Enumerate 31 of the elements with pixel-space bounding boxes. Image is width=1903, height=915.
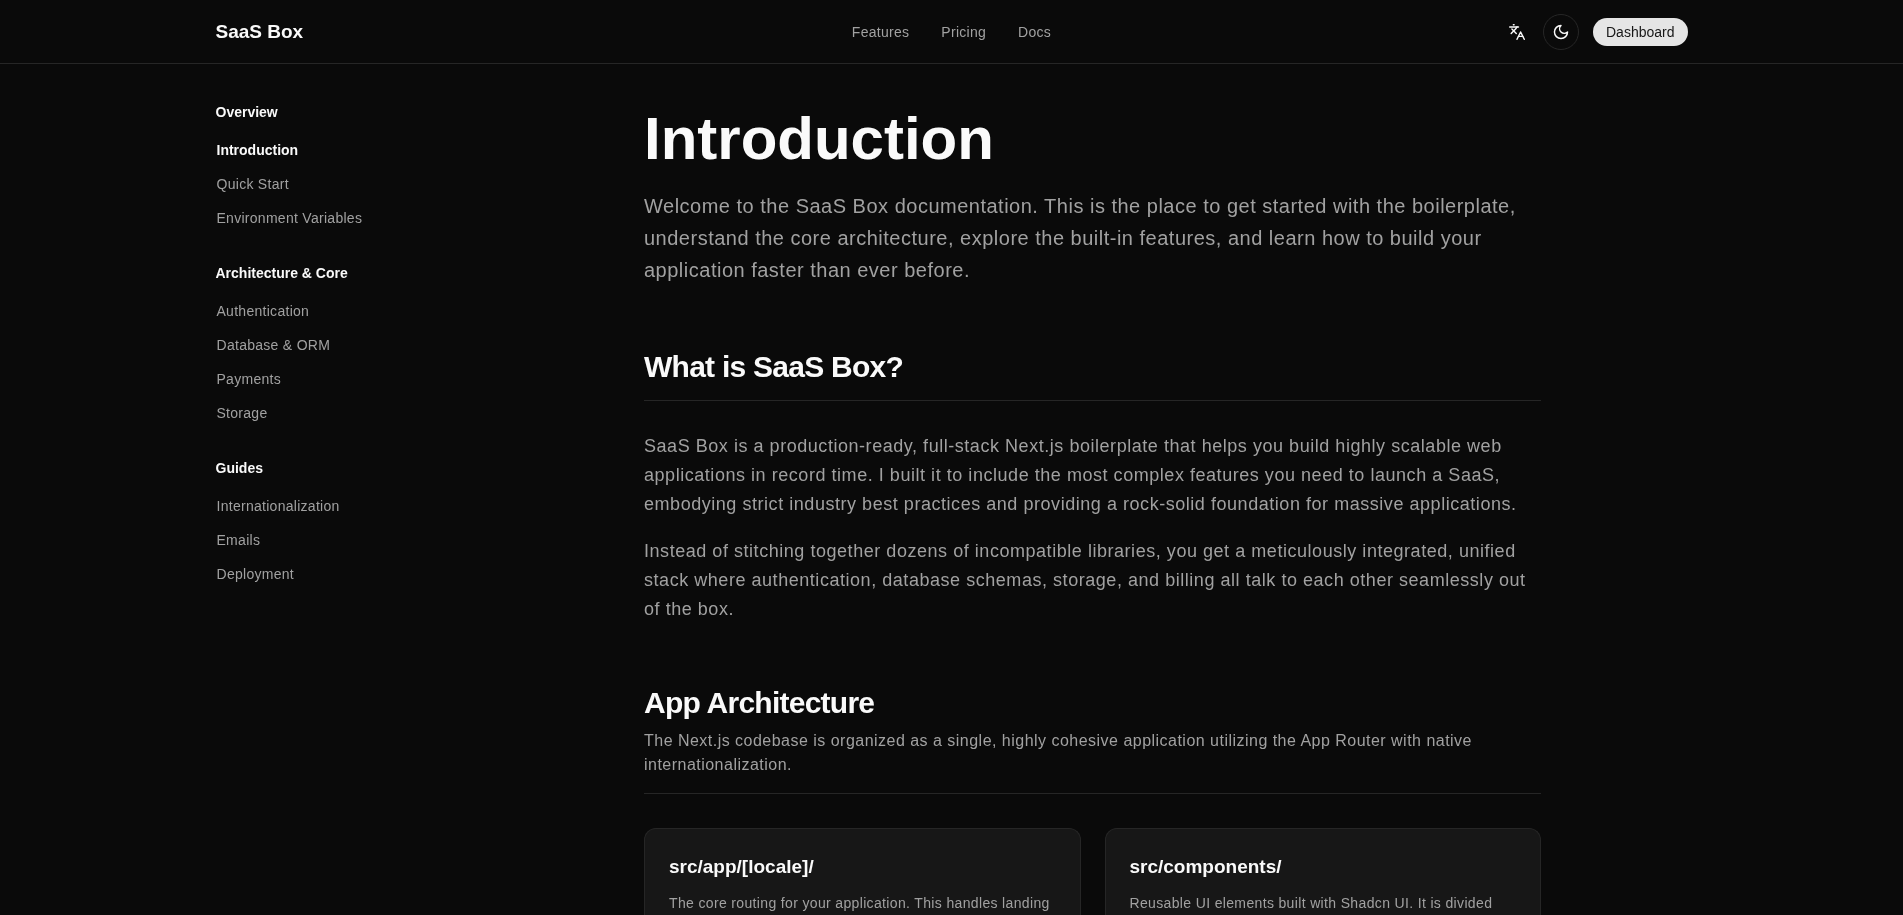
sidebar-link[interactable]: Payments [215, 362, 281, 396]
logo-text[interactable]: SaaS Box [215, 19, 304, 44]
card-title: src/components/ [1129, 855, 1283, 879]
section-subtitle: The Next.js codebase is organized as a single, highly cohesive application utilizing the App Router with native internationalization. [644, 731, 1473, 775]
sidebar-link[interactable]: Storage [215, 396, 268, 430]
sidebar-section-title: Architecture & Core [215, 264, 349, 283]
intro-paragraph: Welcome to the SaaS Box documentation. This is the place to get started with the boilerplate, understand the core architecture, explore the built-in features, and learn how to build your application faster than ever before. [644, 194, 1517, 283]
sidebar-link[interactable]: Deployment [215, 557, 294, 591]
translate-icon [1509, 23, 1525, 40]
section-paragraph: SaaS Box is a production-ready, full-stack Next.js boilerplate that helps you build highly scalable web applications in record time. I built it to include the most complex features you need to launch a SaaS, embodying strict industry best practices and providing a rock-solid foundation for massive applications. [644, 435, 1518, 516]
section-paragraph: Instead of stitching together dozens of incompatible libraries, you get a meticulously integrated, unified stack where authentication, database schemas, storage, and billing all talk to each other seamlessly out of the box. [644, 540, 1527, 621]
dashboard-button[interactable]: Dashboard [1593, 17, 1688, 46]
sidebar-section-title: Overview [215, 103, 279, 122]
section-heading: App Architecture [644, 685, 876, 721]
sidebar-link[interactable]: Authentication [215, 294, 310, 328]
sidebar-link[interactable]: Internationalization [215, 489, 340, 523]
card-title: src/app/[locale]/ [669, 855, 815, 879]
card-description: The core routing for your application. This handles landing [669, 894, 1051, 913]
card-description: Reusable UI elements built with Shadcn UI. It is divided [1129, 894, 1494, 913]
nav-link[interactable]: Features [851, 21, 910, 42]
sidebar-link[interactable]: Emails [215, 523, 261, 557]
section-heading: What is SaaS Box? [644, 349, 904, 385]
page-title: Introduction [644, 106, 995, 172]
sidebar-section-title: Guides [215, 459, 264, 478]
sidebar-link[interactable]: Database & ORM [215, 328, 331, 362]
sidebar-link[interactable]: Introduction [215, 133, 299, 167]
sidebar-link[interactable]: Environment Variables [215, 201, 363, 235]
sidebar-link[interactable]: Quick Start [215, 167, 289, 201]
nav-link[interactable]: Pricing [941, 21, 987, 42]
nav-link[interactable]: Docs [1018, 21, 1052, 42]
moon-icon [1553, 23, 1569, 40]
